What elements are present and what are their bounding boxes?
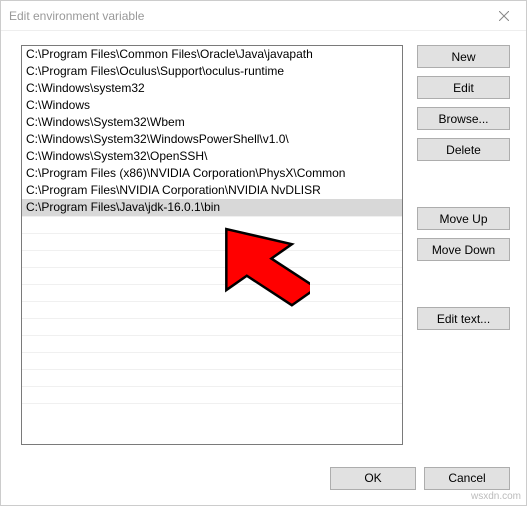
edit-button[interactable]: Edit (417, 76, 510, 99)
close-button[interactable] (481, 1, 526, 31)
new-button[interactable]: New (417, 45, 510, 68)
edit-text-button[interactable]: Edit text... (417, 307, 510, 330)
move-up-button[interactable]: Move Up (417, 207, 510, 230)
button-column: New Edit Browse... Delete Move Up Move D… (417, 45, 510, 445)
list-inner: C:\Program Files\Common Files\Oracle\Jav… (22, 46, 402, 444)
list-item[interactable]: C:\Windows (22, 97, 402, 114)
list-item[interactable]: C:\Windows\System32\WindowsPowerShell\v1… (22, 131, 402, 148)
ok-button[interactable]: OK (330, 467, 416, 490)
spacer (417, 269, 510, 299)
list-item-empty[interactable] (22, 369, 402, 386)
list-item-empty[interactable] (22, 250, 402, 267)
list-item[interactable]: C:\Windows\System32\Wbem (22, 114, 402, 131)
cancel-button[interactable]: Cancel (424, 467, 510, 490)
list-item-empty[interactable] (22, 352, 402, 369)
dialog-window: Edit environment variable C:\Program Fil… (0, 0, 527, 506)
list-item-empty[interactable] (22, 267, 402, 284)
list-item[interactable]: C:\Program Files\NVIDIA Corporation\NVID… (22, 182, 402, 199)
spacer (417, 169, 510, 199)
titlebar: Edit environment variable (1, 1, 526, 31)
list-item-empty[interactable] (22, 335, 402, 352)
list-item-empty[interactable] (22, 216, 402, 233)
list-item[interactable]: C:\Program Files\Oculus\Support\oculus-r… (22, 63, 402, 80)
list-item-empty[interactable] (22, 318, 402, 335)
list-item[interactable]: C:\Program Files\Common Files\Oracle\Jav… (22, 46, 402, 63)
dialog-footer: OK Cancel (1, 455, 526, 505)
list-item-empty[interactable] (22, 386, 402, 403)
list-item-empty[interactable] (22, 301, 402, 318)
watermark: wsxdn.com (471, 491, 521, 502)
delete-button[interactable]: Delete (417, 138, 510, 161)
list-item[interactable]: C:\Windows\system32 (22, 80, 402, 97)
path-listbox[interactable]: C:\Program Files\Common Files\Oracle\Jav… (21, 45, 403, 445)
list-item-empty[interactable] (22, 403, 402, 420)
dialog-content: C:\Program Files\Common Files\Oracle\Jav… (1, 31, 526, 455)
browse-button[interactable]: Browse... (417, 107, 510, 130)
list-item-empty[interactable] (22, 284, 402, 301)
close-icon (499, 11, 509, 21)
list-item[interactable]: C:\Program Files\Java\jdk-16.0.1\bin (22, 199, 402, 216)
dialog-title: Edit environment variable (9, 9, 144, 23)
list-item[interactable]: C:\Program Files (x86)\NVIDIA Corporatio… (22, 165, 402, 182)
list-item-empty[interactable] (22, 233, 402, 250)
move-down-button[interactable]: Move Down (417, 238, 510, 261)
list-item[interactable]: C:\Windows\System32\OpenSSH\ (22, 148, 402, 165)
